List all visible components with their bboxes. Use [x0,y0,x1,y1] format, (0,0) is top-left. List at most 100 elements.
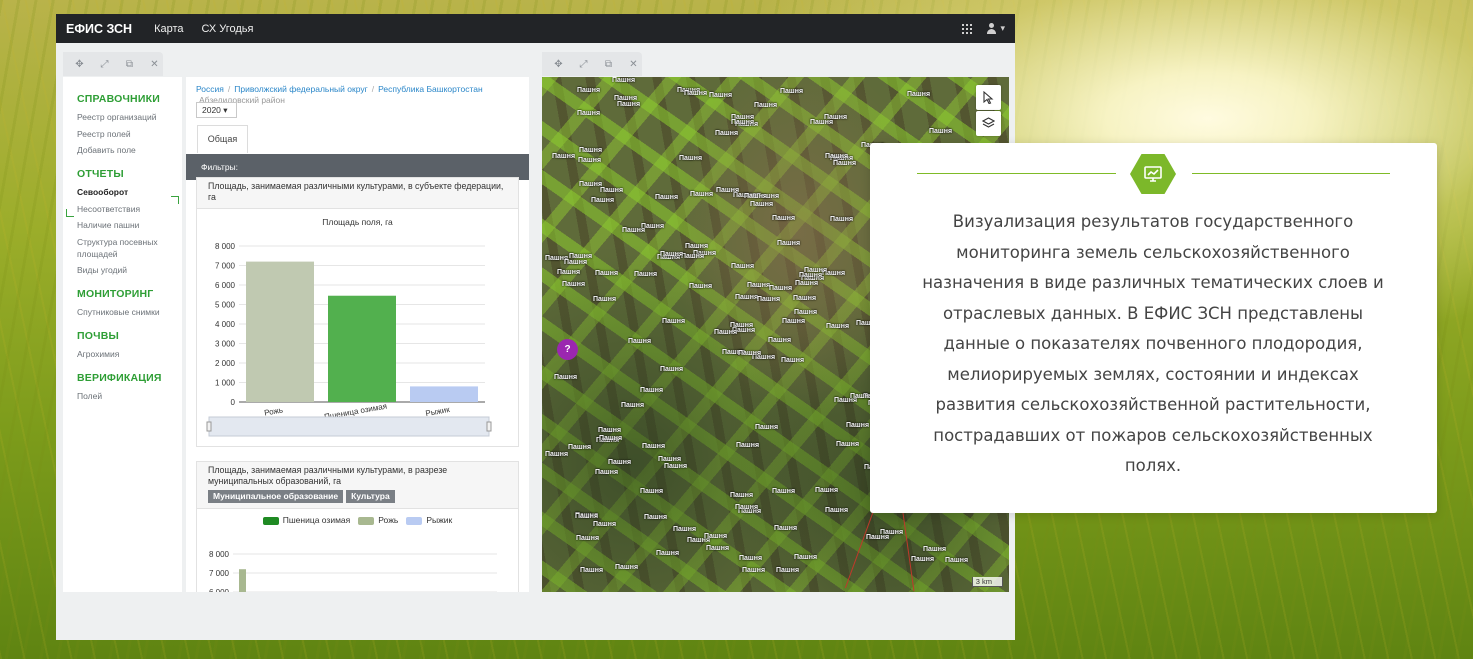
map-field-label: Пашня [658,456,682,463]
map-field-label: Пашня [768,337,792,344]
map-field-label: Пашня [557,269,581,276]
map-field-label: Пашня [735,504,759,511]
map-field-label: Пашня [929,128,953,135]
map-field-label: Пашня [794,309,818,316]
map-field-label: Пашня [704,533,728,540]
map-field-label: Пашня [552,153,576,160]
map-field-label: Пашня [923,546,947,553]
help-button[interactable]: ? [557,339,578,360]
map-field-label: Пашня [744,193,768,200]
breadcrumb-russia[interactable]: Россия [196,84,224,94]
legend-item-wheat[interactable]: Пшеница озимая [262,515,350,525]
legend-item-rye[interactable]: Рожь [358,515,398,525]
sidebar-item-crop-rotation[interactable]: Севооборот [77,186,182,198]
popout-icon[interactable]: ⧉ [125,59,134,69]
sidebar-item-agrochemistry[interactable]: Агрохимия [77,348,182,360]
y-tick-label: 7 000 [215,262,236,271]
tag-crop[interactable]: Культура [346,490,395,503]
map-field-label: Пашня [575,513,599,520]
sidebar-item-sown-area-structure[interactable]: Структура посевных площадей [77,236,182,260]
y-tick-label: 0 [231,398,236,407]
map-field-label: Пашня [945,557,969,564]
map-field-label: Пашня [709,92,733,99]
map-field-label: Пашня [640,488,664,495]
sidebar: СПРАВОЧНИКИ Реестр организаций Реестр по… [63,77,182,592]
tag-municipality[interactable]: Муниципальное образование [208,490,344,503]
select-tool-button[interactable] [976,85,1001,110]
map-field-label: Пашня [656,550,680,557]
map-field-label: Пашня [716,187,740,194]
map-field-label: Пашня [644,514,668,521]
brand-logo[interactable]: ЕФИС ЗСН [66,22,132,36]
map-field-label: Пашня [681,253,705,260]
map-field-label: Пашня [706,545,730,552]
bar-chart-region: 8 000 7 000 6 000 5 000 4 000 3 000 2 000 1 000… [206,242,492,437]
close-icon[interactable]: ✕ [150,59,159,69]
sidebar-item-org-registry[interactable]: Реестр организаций [77,111,182,123]
year-select[interactable]: 2020 ▾ [196,102,237,118]
navigator-handle-left [206,421,212,432]
map-field-label: Пашня [685,243,709,250]
map-field-label: Пашня [621,402,645,409]
sidebar-item-add-field[interactable]: Добавить поле [77,144,182,156]
map-field-label: Пашня [815,487,839,494]
sidebar-section-monitoring: МОНИТОРИНГ [77,288,154,300]
close-icon[interactable]: ✕ [629,59,638,69]
report-content: Россия / Приволжский федеральный округ / Рес… [186,77,529,592]
tab-general[interactable]: Общая [197,125,248,153]
nav-map[interactable]: Карта [154,23,183,35]
expand-icon[interactable]: ⤢ [579,59,588,69]
map-field-label: Пашня [595,270,619,277]
nav-agri-lands[interactable]: СХ Угодья [202,23,254,35]
x-tick-label: Рожь [263,405,283,417]
map-field-label: Пашня [679,155,703,162]
map-field-label: Пашня [772,215,796,222]
sidebar-item-arable-land[interactable]: Наличие пашни [77,219,182,231]
map-field-label: Пашня [730,492,754,499]
sidebar-item-inconsistencies[interactable]: Несоответствия [77,203,182,215]
map-field-label: Пашня [578,157,602,164]
info-card: Визуализация результатов государственног… [870,143,1437,513]
map-field-label: Пашня [545,451,569,458]
map-field-label: Пашня [642,443,666,450]
map-field-label: Пашня [615,564,639,571]
map-field-label: Пашня [617,101,641,108]
sidebar-item-satellite-images[interactable]: Спутниковые снимки [77,306,182,318]
map-field-label: Пашня [781,357,805,364]
move-icon[interactable]: ✥ [554,59,563,69]
user-menu[interactable]: ▾ [986,23,1005,34]
chart-legend: Пшеница озимая Рожь Рыжик [197,515,518,525]
map-field-label: Пашня [628,338,652,345]
sidebar-item-land-types[interactable]: Виды угодий [77,264,182,276]
map-field-label: Пашня [689,283,713,290]
chart-card-title: Площадь, занимаемая различными культурам… [197,462,518,509]
map-field-label: Пашня [684,90,708,97]
layers-button[interactable] [976,111,1001,136]
sidebar-item-fields-verification[interactable]: Полей [77,390,182,402]
map-field-label: Пашня [730,322,754,329]
map-field-label: Пашня [774,525,798,532]
map-field-label: Пашня [794,554,818,561]
map-field-label: Пашня [825,153,849,160]
map-field-label: Пашня [622,227,646,234]
breadcrumb-region[interactable]: Республика Башкортостан [378,84,483,94]
map-field-label: Пашня [577,87,601,94]
monitor-chart-icon [1130,154,1176,194]
expand-icon[interactable]: ⤢ [100,59,109,69]
map-field-label: Пашня [655,194,679,201]
popout-icon[interactable]: ⧉ [604,59,613,69]
move-icon[interactable]: ✥ [75,59,84,69]
legend-swatch [358,516,375,525]
map-field-label: Пашня [742,567,766,574]
apps-grid-icon[interactable] [962,23,973,34]
map-field-label: Пашня [911,556,935,563]
legend-item-camelina[interactable]: Рыжик [406,515,452,525]
map-field-label: Пашня [736,442,760,449]
breadcrumb-district[interactable]: Приволжский федеральный округ [234,84,367,94]
chevron-down-icon: ▾ [1000,23,1005,33]
map-field-label: Пашня [735,294,759,301]
map-field-label: Пашня [830,216,854,223]
sidebar-item-field-registry[interactable]: Реестр полей [77,128,182,140]
map-field-label: Пашня [836,441,860,448]
map-field-label: Пашня [739,555,763,562]
